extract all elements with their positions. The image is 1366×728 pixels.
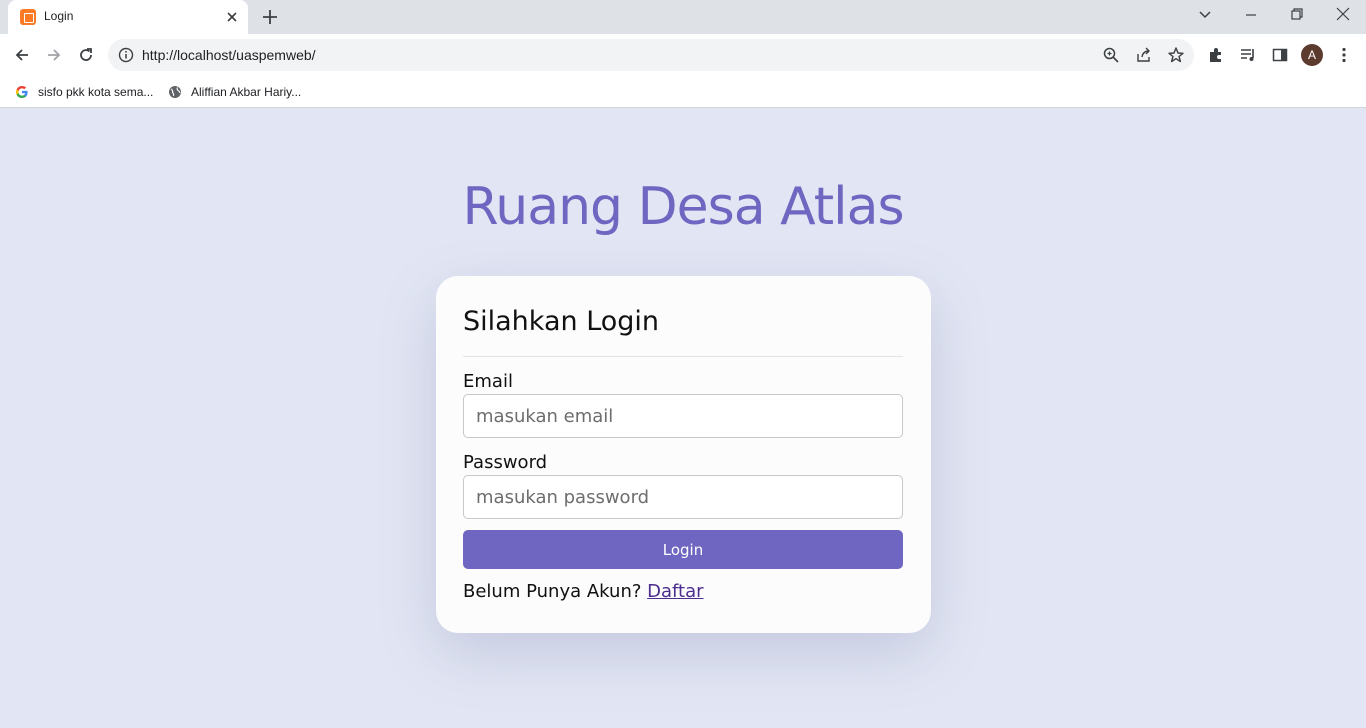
xampp-icon — [20, 9, 36, 25]
globe-icon — [167, 84, 183, 100]
login-button[interactable]: Login — [463, 530, 903, 569]
browser-tab[interactable]: Login — [8, 0, 248, 34]
media-controls-icon[interactable] — [1236, 43, 1260, 67]
side-panel-icon[interactable] — [1268, 43, 1292, 67]
bookmark-item[interactable]: sisfo pkk kota sema... — [14, 82, 153, 102]
browser-toolbar: http://localhost/uaspemweb/ A — [0, 34, 1366, 76]
minimize-icon[interactable] — [1228, 0, 1274, 30]
back-icon[interactable] — [8, 41, 36, 69]
close-window-icon[interactable] — [1320, 0, 1366, 30]
tab-title: Login — [44, 9, 74, 23]
login-card: Silahkan Login Email Password Login Belu… — [436, 276, 931, 633]
password-label: Password — [463, 452, 548, 473]
google-icon — [14, 84, 30, 100]
bookmark-label: sisfo pkk kota sema... — [38, 85, 154, 99]
reload-icon[interactable] — [72, 41, 100, 69]
password-field[interactable] — [463, 475, 903, 519]
browser-tab-strip: Login — [0, 0, 1366, 34]
bookmark-item[interactable]: Aliffian Akbar Hariy... — [167, 82, 301, 102]
bookmark-star-icon[interactable] — [1166, 45, 1186, 65]
card-divider — [463, 356, 903, 357]
email-field[interactable] — [463, 394, 903, 438]
address-bar[interactable]: http://localhost/uaspemweb/ — [108, 39, 1194, 71]
address-url[interactable]: http://localhost/uaspemweb/ — [142, 47, 316, 63]
page-content: Ruang Desa Atlas Silahkan Login Email Pa… — [0, 109, 1366, 728]
bookmark-label: Aliffian Akbar Hariy... — [191, 85, 302, 99]
tab-search-chevron-icon[interactable] — [1182, 0, 1228, 30]
register-prompt: Belum Punya Akun? — [463, 581, 642, 602]
site-info-icon[interactable] — [116, 45, 136, 65]
zoom-icon[interactable] — [1101, 45, 1121, 65]
restore-icon[interactable] — [1274, 0, 1320, 30]
site-title: Ruang Desa Atlas — [462, 177, 904, 237]
register-row: Belum Punya Akun? Daftar — [463, 581, 704, 602]
email-label: Email — [463, 371, 513, 392]
menu-kebab-icon[interactable] — [1332, 43, 1356, 67]
bookmarks-bar: sisfo pkk kota sema... Aliffian Akbar Ha… — [0, 76, 1366, 108]
new-tab-icon[interactable] — [258, 5, 282, 29]
extensions-icon[interactable] — [1204, 43, 1228, 67]
share-icon[interactable] — [1134, 45, 1154, 65]
profile-avatar[interactable]: A — [1301, 44, 1323, 66]
card-title: Silahkan Login — [463, 306, 660, 337]
register-link[interactable]: Daftar — [647, 581, 703, 602]
forward-icon[interactable] — [40, 41, 68, 69]
close-tab-icon[interactable] — [222, 7, 242, 27]
